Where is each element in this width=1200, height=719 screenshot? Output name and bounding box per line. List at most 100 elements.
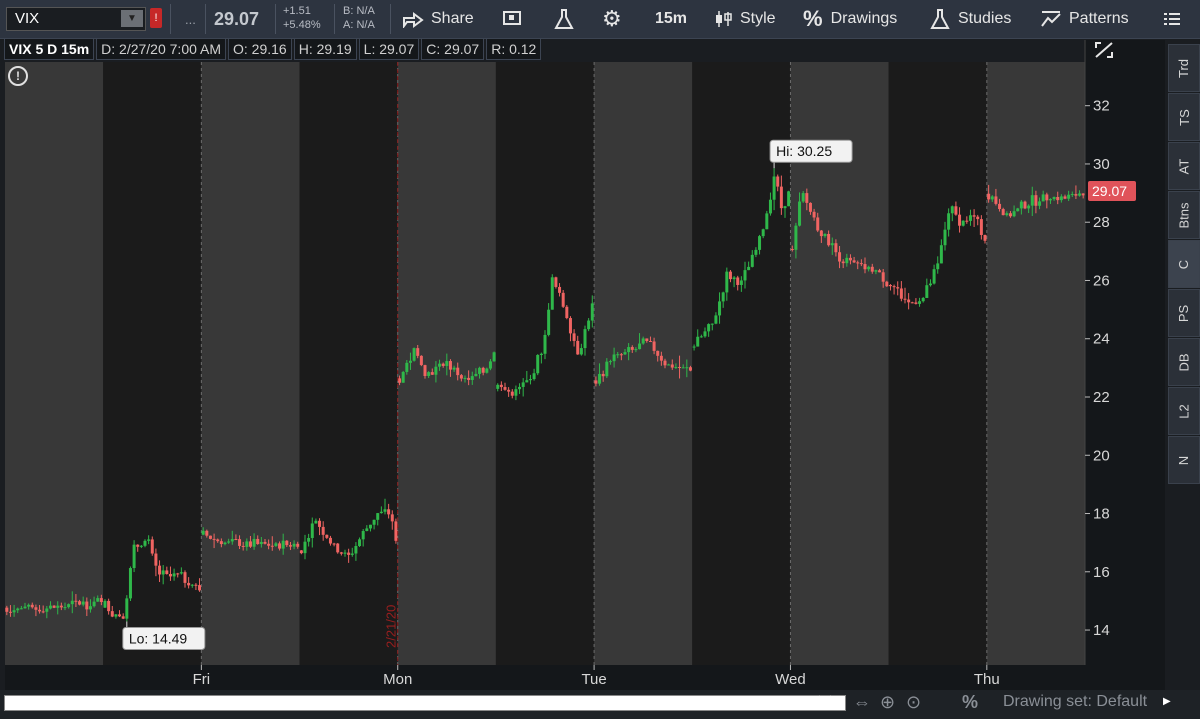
price-tick-label: 14: [1093, 622, 1110, 639]
candle-down: [899, 288, 903, 299]
candle-up: [372, 519, 376, 525]
sidebar-tab-ps[interactable]: PS: [1168, 289, 1200, 337]
candle-up: [128, 568, 132, 599]
sidebar-tab-db[interactable]: DB: [1168, 338, 1200, 386]
candle-down: [234, 539, 238, 541]
candle-up: [514, 389, 518, 396]
price-chart[interactable]: Hi: 30.25 Lo: 14.49 2/21/20 14 16 18 20 22 24 26…: [0, 0, 1200, 719]
candle-down: [790, 248, 794, 250]
candle-down: [888, 285, 892, 287]
sidebar-tab-c[interactable]: C: [1168, 240, 1200, 288]
drawing-set-label[interactable]: Drawing set: Default: [1003, 693, 1147, 711]
chart-settings-button[interactable]: [502, 0, 524, 38]
candle-down: [878, 270, 882, 273]
candle-up: [470, 376, 474, 380]
candle-up: [528, 379, 532, 381]
candle-down: [328, 537, 332, 544]
candle-up: [405, 362, 409, 372]
candle-down: [198, 585, 202, 591]
price-tick-label: 28: [1093, 214, 1110, 231]
candle-up: [725, 271, 729, 293]
candle-up: [536, 354, 540, 374]
candle-down: [5, 607, 9, 612]
candle-down: [910, 302, 914, 304]
candle-up: [685, 367, 689, 369]
toolbar: VIX ▼ ! ... 29.07 +1.51 +5.48% B: N/A A: N…: [0, 0, 1200, 39]
candle-up: [823, 233, 827, 237]
candle-down: [619, 354, 623, 356]
candle-down: [398, 378, 402, 383]
candle-down: [954, 206, 958, 215]
candle-down: [419, 355, 423, 366]
axis-scale-icon[interactable]: [1093, 40, 1115, 60]
horizontal-scrollbar[interactable]: [4, 695, 846, 711]
sidebar-tab-label: AT: [1176, 158, 1192, 174]
candle-down: [659, 355, 663, 361]
alert-circle-icon[interactable]: !: [8, 66, 28, 86]
sidebar-tab-l2[interactable]: L2: [1168, 387, 1200, 435]
sidebar-tab-trd[interactable]: Trd: [1168, 44, 1200, 92]
symbol-input[interactable]: VIX ▼: [6, 7, 146, 31]
candle-down: [394, 521, 398, 541]
candle-up: [12, 610, 16, 613]
candle-up: [281, 540, 285, 549]
symbol-dropdown-button[interactable]: ▼: [121, 10, 143, 27]
last-price-label: 29.07: [1092, 183, 1127, 199]
sidebar-tab-btns[interactable]: Btns: [1168, 191, 1200, 239]
zoom-icon[interactable]: ⊙: [906, 692, 921, 713]
candle-down: [670, 364, 674, 368]
candle-up: [1038, 201, 1042, 206]
scroll-right-arrow-icon[interactable]: ▶: [830, 694, 838, 705]
session-band: [103, 62, 202, 665]
candle-up: [830, 243, 834, 246]
zoom-horizontal-icon[interactable]: ⇔: [853, 692, 871, 713]
studies-button[interactable]: Studies: [930, 0, 1011, 38]
gear-icon[interactable]: ⚙: [602, 0, 622, 38]
more-button[interactable]: ...: [185, 0, 196, 38]
candle-up: [845, 257, 849, 264]
candle-up: [1019, 201, 1023, 209]
candle-down: [270, 545, 274, 547]
share-button[interactable]: Share: [402, 0, 474, 38]
sidebar-tab-at[interactable]: AT: [1168, 142, 1200, 190]
drawing-set-arrow-icon[interactable]: ▶: [1163, 696, 1173, 708]
candle-up: [943, 229, 947, 246]
candle-down: [656, 350, 660, 356]
candle-up: [478, 367, 482, 374]
candle-down: [972, 215, 976, 217]
scroll-left-arrow-icon[interactable]: ◀: [812, 694, 820, 705]
alert-flag-icon[interactable]: !: [150, 8, 162, 28]
interval-button[interactable]: 15m: [655, 0, 687, 38]
crosshair-icon[interactable]: ⊕: [880, 692, 895, 713]
candle-down: [507, 389, 511, 392]
info-symbol[interactable]: VIX 5 D 15m: [4, 38, 95, 60]
candle-up: [547, 309, 551, 335]
candle-down: [554, 277, 558, 287]
candle-down: [118, 614, 122, 617]
drawings-button[interactable]: % Drawings: [803, 0, 897, 38]
bid: B: N/A: [343, 5, 375, 17]
candle-down: [481, 367, 485, 373]
candle-up: [376, 513, 380, 520]
flask-button[interactable]: [554, 0, 574, 38]
session-band: [299, 62, 398, 665]
candle-down: [779, 186, 783, 209]
candle-down: [1045, 194, 1049, 201]
style-button[interactable]: Style: [714, 0, 776, 38]
candle-down: [558, 286, 562, 293]
candle-down: [325, 534, 329, 538]
percent-icon[interactable]: %: [962, 692, 978, 713]
candle-up: [721, 292, 725, 302]
menu-button[interactable]: [1162, 0, 1182, 38]
drawings-label: Drawings: [830, 10, 898, 27]
sidebar-tab-n[interactable]: N: [1168, 436, 1200, 484]
candle-down: [110, 611, 114, 617]
candle-down: [208, 535, 212, 539]
patterns-button[interactable]: Patterns: [1040, 0, 1129, 38]
candle-up: [1005, 213, 1009, 216]
sidebar-tab-ts[interactable]: TS: [1168, 93, 1200, 141]
candle-up: [550, 277, 554, 310]
candle-down: [1023, 201, 1027, 209]
sidebar-tab-label: PS: [1176, 304, 1192, 322]
candle-down: [456, 367, 460, 376]
